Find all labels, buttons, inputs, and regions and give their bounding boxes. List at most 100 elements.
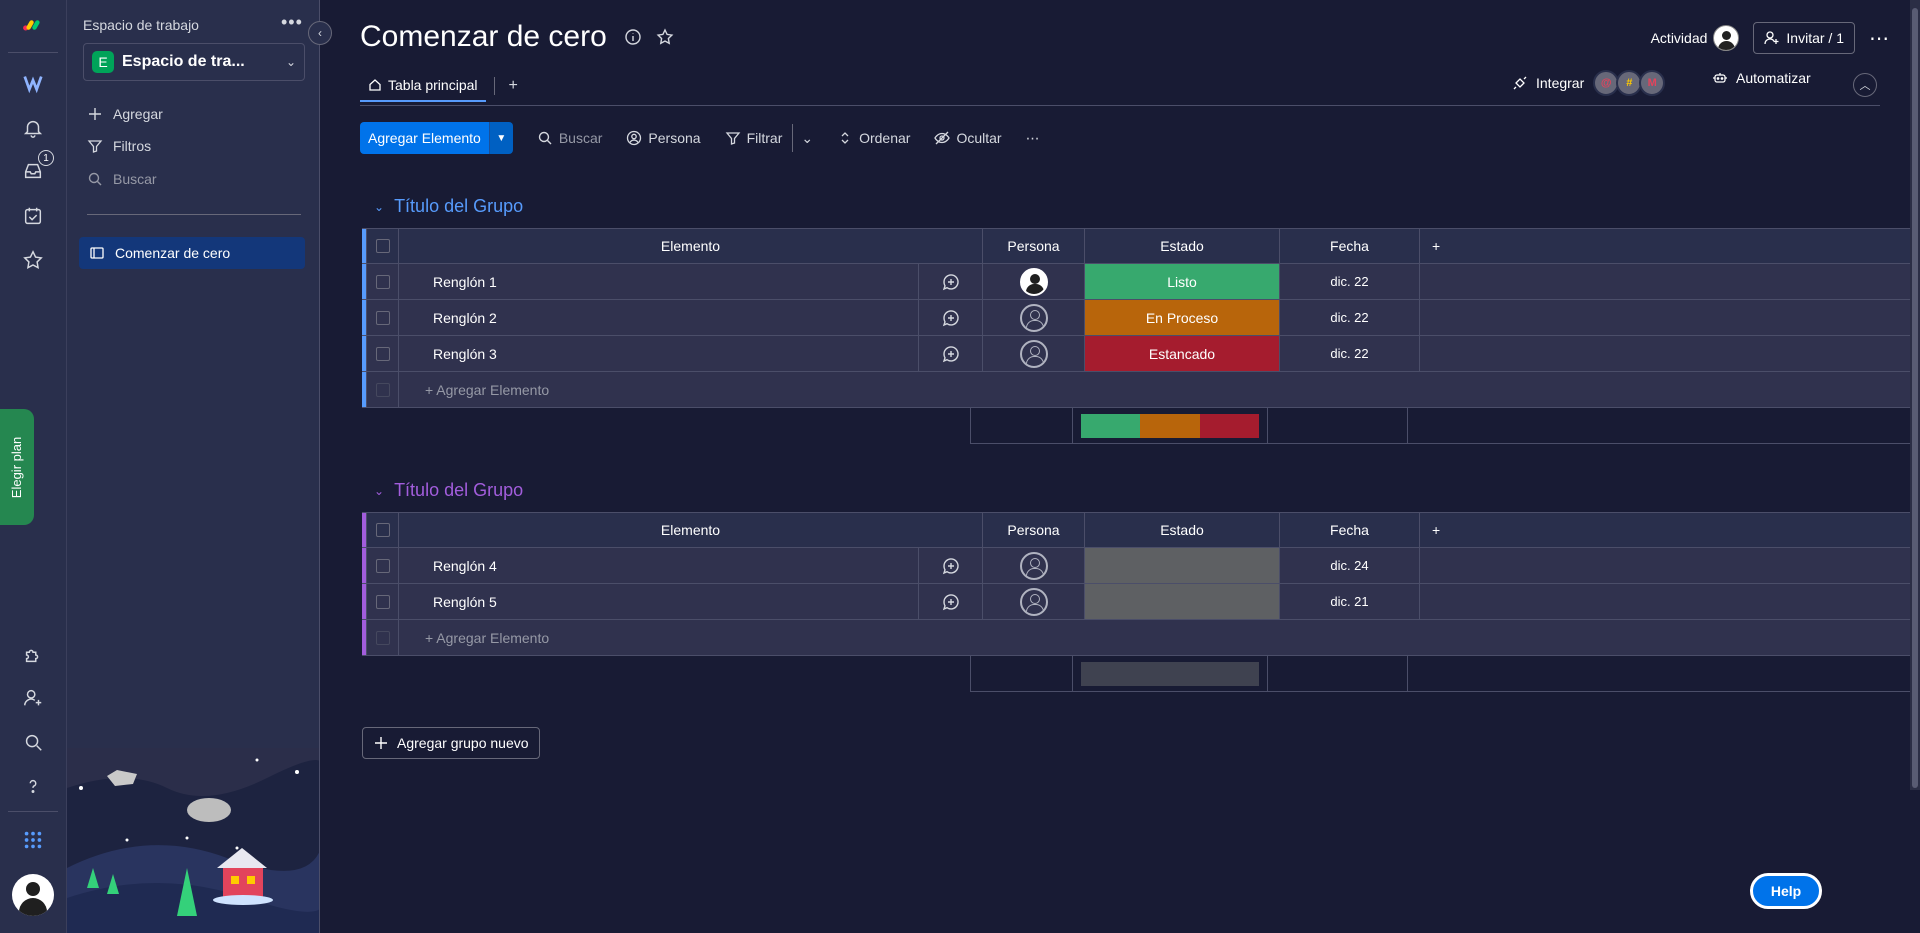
workmanagement-icon[interactable] [18, 68, 48, 98]
add-update-icon[interactable] [919, 336, 983, 371]
user-avatar[interactable] [12, 874, 54, 916]
add-item-row[interactable]: + Agregar Elemento [362, 372, 1920, 408]
table-row[interactable]: Renglón 2 En Proceso dic. 22 [362, 300, 1920, 336]
column-header-item[interactable]: Elemento [399, 229, 983, 263]
person-cell[interactable] [983, 336, 1085, 371]
search-tool[interactable]: Buscar [537, 130, 602, 146]
column-header-status[interactable]: Estado [1085, 229, 1280, 263]
item-name[interactable]: Renglón 4 [399, 548, 919, 583]
chevron-down-icon[interactable]: ⌄ [374, 484, 384, 498]
person-cell[interactable] [983, 264, 1085, 299]
row-checkbox[interactable] [375, 346, 390, 361]
invite-button[interactable]: Invitar / 1 [1753, 22, 1855, 54]
panel-search[interactable]: Buscar [87, 171, 157, 187]
workspace-selector[interactable]: E Espacio de tra... ⌄ [83, 43, 305, 81]
integrate-button[interactable]: Integrar @ # M [1512, 70, 1666, 96]
add-action[interactable]: Agregar [87, 106, 163, 122]
add-update-icon[interactable] [919, 548, 983, 583]
item-name[interactable]: Renglón 1 [399, 264, 919, 299]
add-update-icon[interactable] [919, 264, 983, 299]
add-item-row[interactable]: + Agregar Elemento [362, 620, 1920, 656]
puzzle-icon[interactable] [18, 640, 48, 670]
group-title-2[interactable]: Título del Grupo [394, 480, 523, 501]
help-button[interactable]: Help [1750, 873, 1822, 909]
calendar-check-icon[interactable] [18, 201, 48, 231]
group-header-2[interactable]: ⌄ Título del Grupo [374, 480, 523, 501]
row-checkbox[interactable] [375, 558, 390, 573]
toolbar-more-icon[interactable]: ⋯ [1026, 130, 1040, 147]
date-cell[interactable]: dic. 22 [1280, 264, 1420, 299]
group-header-1[interactable]: ⌄ Título del Grupo [374, 196, 523, 217]
column-header-date[interactable]: Fecha [1280, 513, 1420, 547]
person-cell[interactable] [983, 548, 1085, 583]
new-item-button[interactable]: Agregar Elemento ▼ [360, 122, 513, 154]
filters-action[interactable]: Filtros [87, 138, 151, 154]
status-cell[interactable]: En Proceso [1085, 300, 1280, 335]
column-header-person[interactable]: Persona [983, 513, 1085, 547]
star-icon[interactable] [18, 245, 48, 275]
group-title-1[interactable]: Título del Grupo [394, 196, 523, 217]
monday-logo-icon[interactable] [18, 10, 48, 40]
add-update-icon[interactable] [919, 584, 983, 619]
row-checkbox[interactable] [375, 274, 390, 289]
sort-tool[interactable]: Ordenar [837, 130, 910, 146]
person-cell[interactable] [983, 584, 1085, 619]
person-filter[interactable]: Persona [626, 130, 701, 146]
table-row[interactable]: Renglón 1 Listo dic. 22 [362, 264, 1920, 300]
choose-plan-tab[interactable]: Elegir plan [0, 409, 34, 525]
status-cell[interactable]: Listo [1085, 264, 1280, 299]
row-checkbox[interactable] [375, 310, 390, 325]
column-header-item[interactable]: Elemento [399, 513, 983, 547]
column-header-status[interactable]: Estado [1085, 513, 1280, 547]
status-cell[interactable] [1085, 548, 1280, 583]
item-name[interactable]: Renglón 2 [399, 300, 919, 335]
add-view-button[interactable]: + [503, 77, 524, 95]
page-scrollbar[interactable] [1910, 0, 1920, 790]
hide-tool[interactable]: Ocultar [934, 130, 1002, 146]
apps-grid-icon[interactable] [18, 825, 48, 855]
add-item-input[interactable]: + Agregar Elemento [399, 382, 549, 398]
person-cell[interactable] [983, 300, 1085, 335]
board-item-comenzar[interactable]: Comenzar de cero [79, 237, 305, 269]
info-icon[interactable] [624, 28, 642, 46]
select-all-checkbox[interactable] [375, 239, 390, 253]
search-icon[interactable] [18, 727, 48, 757]
table-row[interactable]: Renglón 5 dic. 21 [362, 584, 1920, 620]
date-cell[interactable]: dic. 21 [1280, 584, 1420, 619]
add-group-button[interactable]: Agregar grupo nuevo [362, 727, 540, 759]
collapse-header-button[interactable]: ︿ [1853, 73, 1877, 97]
column-header-person[interactable]: Persona [983, 229, 1085, 263]
help-icon[interactable] [18, 771, 48, 801]
add-update-icon[interactable] [919, 300, 983, 335]
new-item-dropdown-icon[interactable]: ▼ [488, 122, 513, 154]
workspace-more-icon[interactable]: ••• [281, 12, 303, 33]
add-column-icon[interactable]: + [1420, 513, 1920, 547]
item-name[interactable]: Renglón 3 [399, 336, 919, 371]
table-row[interactable]: Renglón 4 dic. 24 [362, 548, 1920, 584]
row-checkbox[interactable] [375, 594, 390, 609]
automate-button[interactable]: Automatizar [1712, 70, 1811, 86]
select-all-checkbox[interactable] [375, 523, 390, 537]
status-summary-bar[interactable] [1081, 661, 1259, 686]
add-item-input[interactable]: + Agregar Elemento [399, 630, 549, 646]
status-cell[interactable]: Estancado [1085, 336, 1280, 371]
board-more-icon[interactable]: ⋯ [1869, 26, 1890, 51]
add-column-icon[interactable]: + [1420, 229, 1920, 263]
date-cell[interactable]: dic. 22 [1280, 336, 1420, 371]
board-title[interactable]: Comenzar de cero [360, 20, 607, 54]
collapse-panel-button[interactable]: ‹ [308, 21, 332, 45]
item-name[interactable]: Renglón 5 [399, 584, 919, 619]
invite-user-icon[interactable] [18, 683, 48, 713]
filter-tool[interactable]: Filtrar [725, 130, 782, 146]
status-summary-bar[interactable] [1081, 413, 1259, 438]
column-header-date[interactable]: Fecha [1280, 229, 1420, 263]
activity-button[interactable]: Actividad [1651, 25, 1740, 51]
favorite-star-icon[interactable] [656, 28, 674, 46]
date-cell[interactable]: dic. 24 [1280, 548, 1420, 583]
filter-dropdown-icon[interactable]: ⌄ [801, 130, 813, 147]
bell-icon[interactable] [18, 113, 48, 143]
date-cell[interactable]: dic. 22 [1280, 300, 1420, 335]
tab-main-table[interactable]: Tabla principal [360, 70, 486, 102]
table-row[interactable]: Renglón 3 Estancado dic. 22 [362, 336, 1920, 372]
status-cell[interactable] [1085, 584, 1280, 619]
